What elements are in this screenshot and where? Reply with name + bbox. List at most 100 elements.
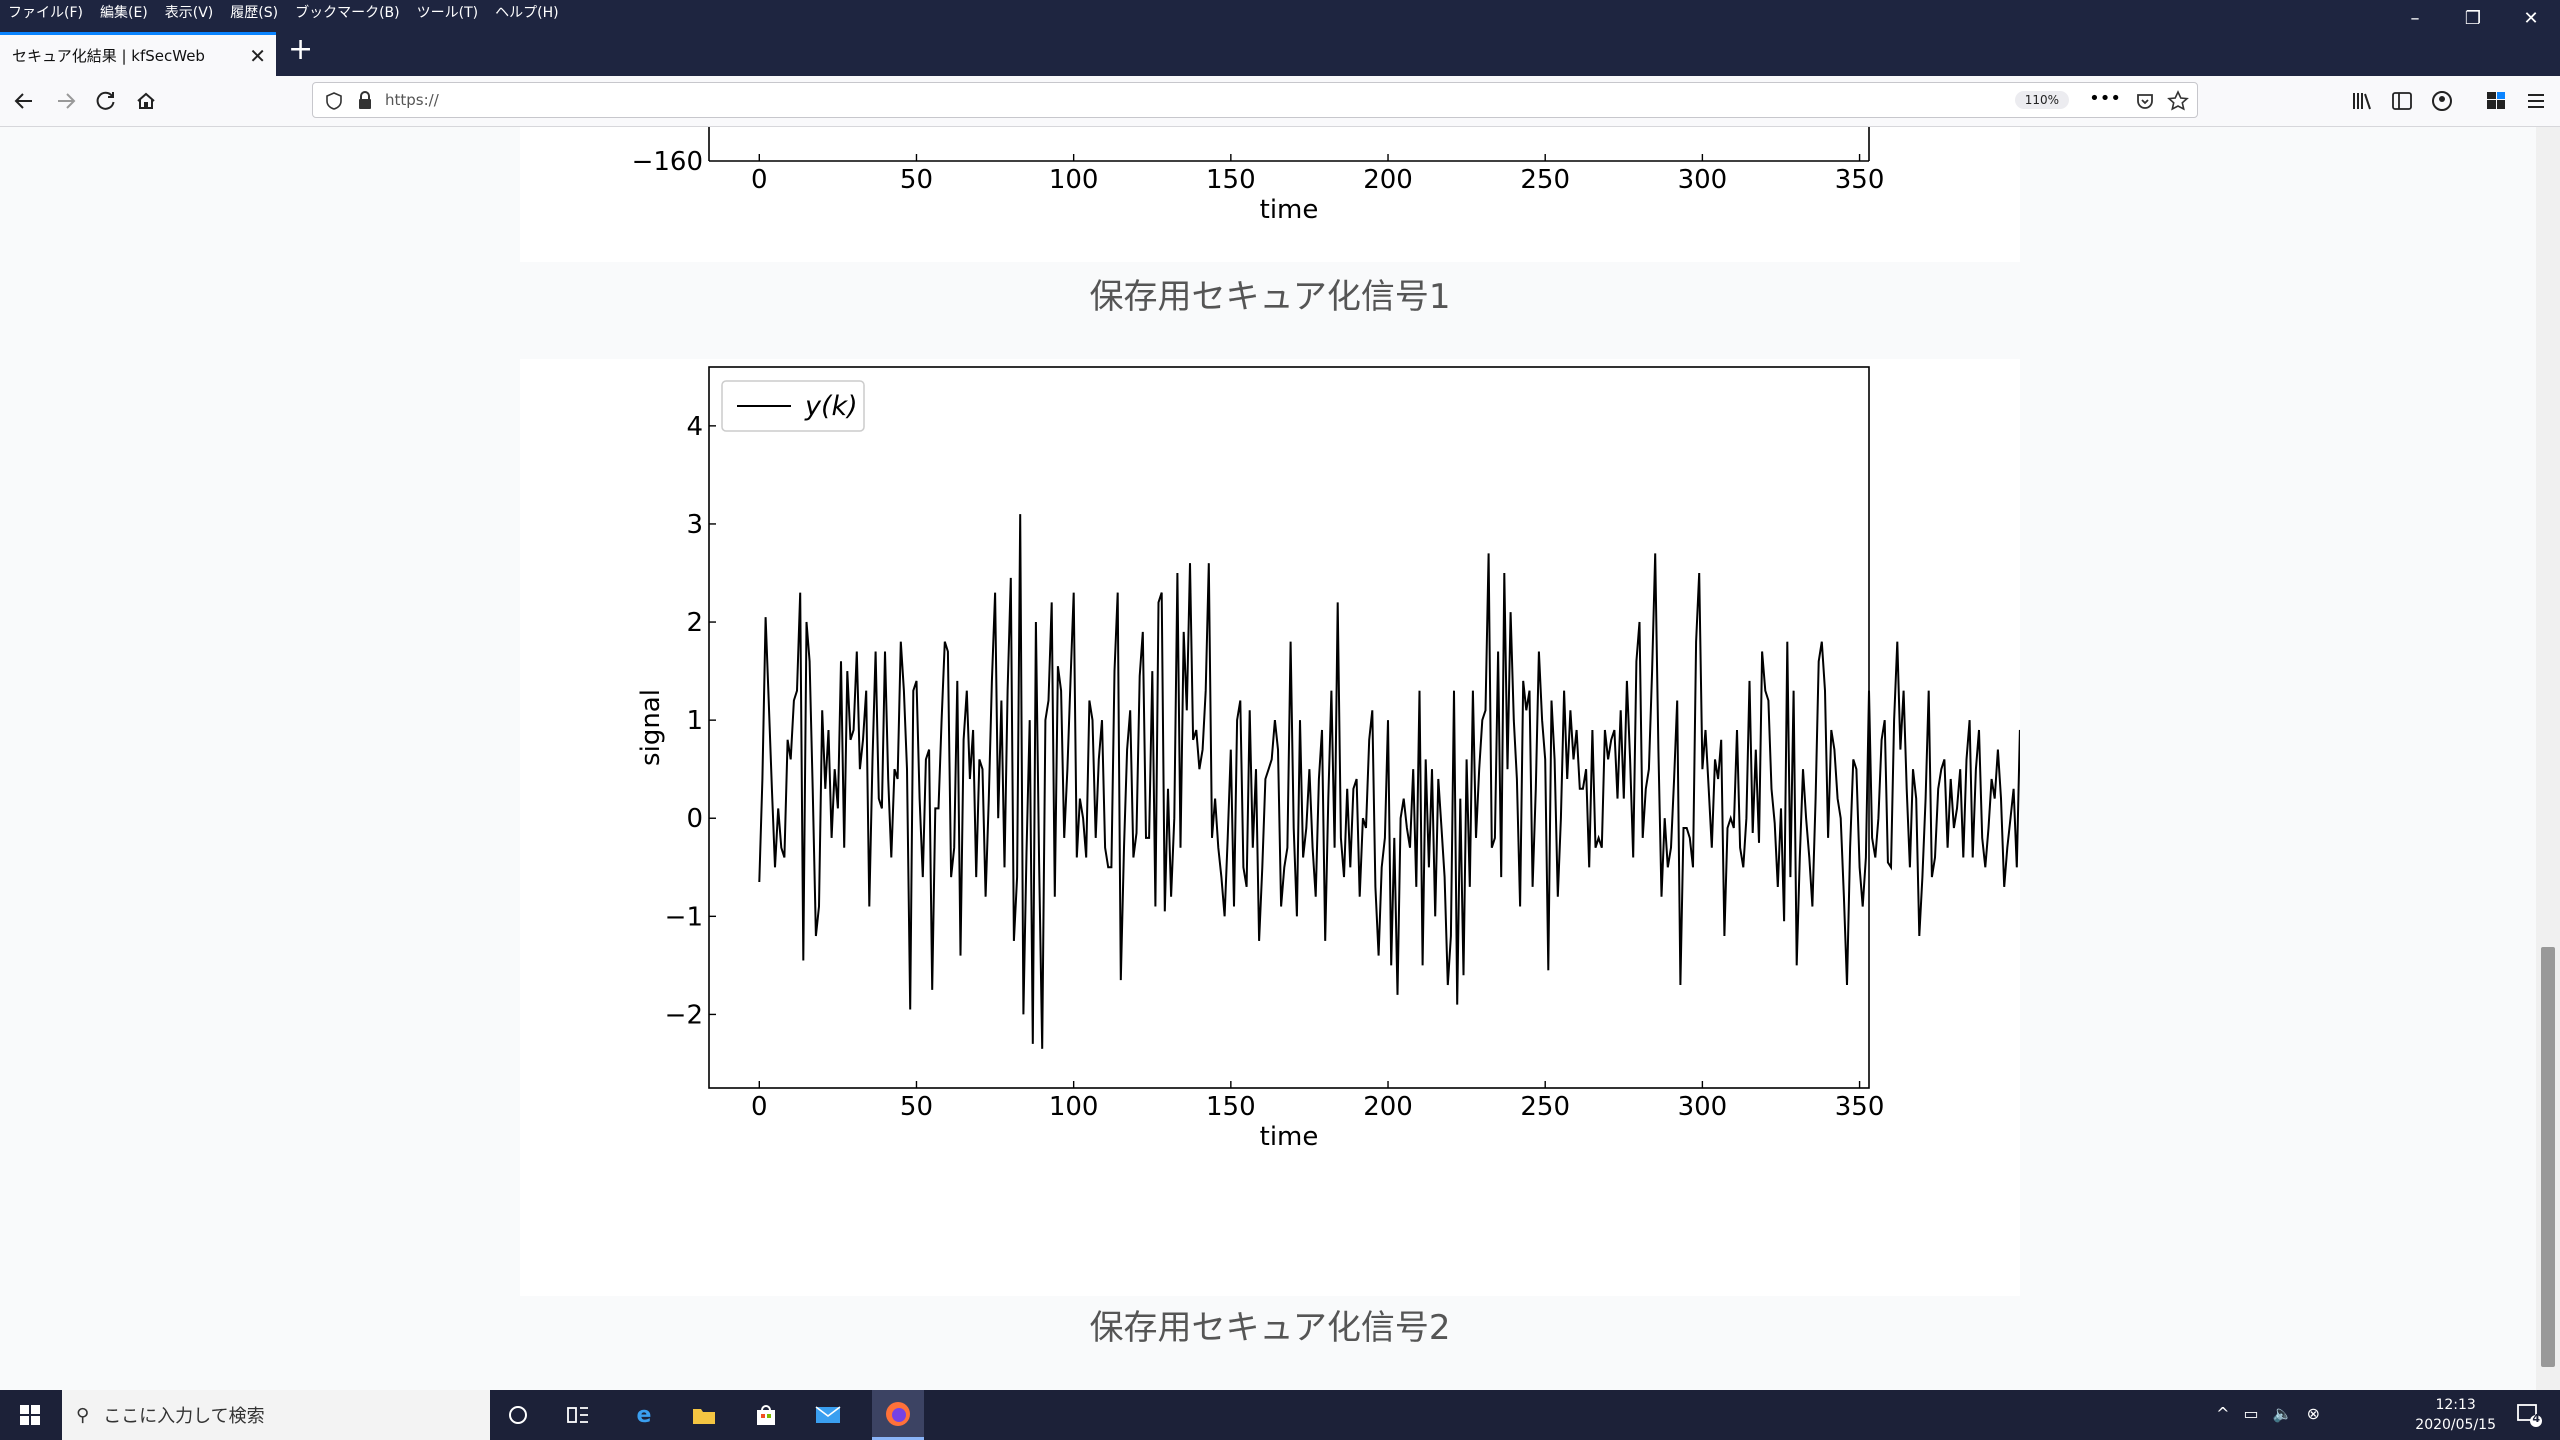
menu-item-2[interactable]: 表示(V) xyxy=(157,2,223,22)
series-line-y-k xyxy=(758,396,2358,1054)
reload-icon xyxy=(96,91,115,110)
search-icon: ⚲ xyxy=(76,1404,90,1426)
chart-card-signal2: 0 50 100 150 200 250 300 350 −2 −1 0 1 2 3 4 time signal… xyxy=(520,359,2358,1296)
taskbar: ⚲ ここに入力して検索 e ^ ▭ 🔈 ⊗ 12:13 2020/05/15 4 xyxy=(0,1390,2560,1440)
x-tick-label: 250 xyxy=(1520,1092,1570,1122)
chart-signal2: 0 50 100 150 200 250 300 350 −2 −1 0 1 2 3 4 time signal… xyxy=(636,366,2358,1152)
chart-card-signal1: 0 50 100 150 200 250 300 350 −160 time xyxy=(520,127,2020,262)
x-tick-label: 150 xyxy=(1206,1092,1256,1122)
network-icon[interactable]: ▭ xyxy=(2244,1404,2259,1423)
page-content: 0 50 100 150 200 250 300 350 −160 time 保存用セキュア化信号… xyxy=(0,127,2536,1390)
sidebar-button[interactable] xyxy=(2384,84,2420,118)
page-actions-icon[interactable]: ••• xyxy=(2089,88,2121,109)
file-explorer-icon[interactable] xyxy=(686,1398,722,1432)
y-tick-label: 0 xyxy=(686,804,703,834)
envelope-icon xyxy=(815,1406,841,1423)
scrollbar-thumb[interactable] xyxy=(2541,947,2555,1367)
extensions-button[interactable] xyxy=(2478,84,2514,118)
home-button[interactable] xyxy=(128,84,164,118)
legend: y(k) xyxy=(721,380,865,432)
x-tick-label: 200 xyxy=(1363,165,1413,195)
menu-item-0[interactable]: ファイル(F) xyxy=(0,2,92,22)
extensions-icon xyxy=(2487,92,2505,109)
store-icon[interactable] xyxy=(748,1398,784,1432)
clock[interactable]: 12:13 2020/05/15 xyxy=(2415,1395,2496,1435)
clock-date: 2020/05/15 xyxy=(2415,1417,2496,1433)
x-tick-label: 50 xyxy=(900,165,933,195)
x-tick-label: 300 xyxy=(1678,1092,1728,1122)
caption-signal1: 保存用セキュア化信号1 xyxy=(1089,277,1451,317)
firefox-icon xyxy=(886,1401,910,1426)
app-menu-button[interactable] xyxy=(2518,84,2554,118)
home-icon xyxy=(137,92,155,109)
folder-icon xyxy=(693,1409,715,1424)
task-view-icon xyxy=(567,1407,588,1423)
y-tick-label: 1 xyxy=(686,706,703,736)
bookmark-star-icon[interactable] xyxy=(2167,90,2189,112)
y-tick-label: −1 xyxy=(665,902,703,932)
chart-signal1-partial: 0 50 100 150 200 250 300 350 −160 time xyxy=(632,127,1885,225)
cortana-button[interactable] xyxy=(500,1398,536,1432)
tab-active[interactable]: セキュア化結果 | kfSecWeb ✕ xyxy=(0,32,276,76)
forward-arrow-icon xyxy=(58,93,76,109)
navigation-toolbar: https:// 110% ••• xyxy=(0,76,2560,127)
x-tick-label: 0 xyxy=(751,1092,768,1122)
y-tick-label: 2 xyxy=(686,608,703,638)
tab-title: セキュア化結果 | kfSecWeb xyxy=(12,47,205,65)
firefox-taskbar-icon[interactable] xyxy=(872,1390,924,1440)
task-view-button[interactable] xyxy=(560,1398,596,1432)
tab-strip: セキュア化結果 | kfSecWeb ✕ + xyxy=(0,24,2560,76)
y-tick-label: 3 xyxy=(686,510,703,540)
legend-label: y(k) xyxy=(804,391,858,422)
x-tick-label: 100 xyxy=(1049,1092,1099,1122)
y-tick-label: −2 xyxy=(665,1000,703,1030)
x-tick-label: 350 xyxy=(1835,165,1885,195)
x-tick-label: 150 xyxy=(1206,165,1256,195)
x-tick-label: 50 xyxy=(900,1092,933,1122)
system-tray: ^ ▭ 🔈 ⊗ xyxy=(2216,1404,2320,1423)
action-center-button[interactable]: 4 xyxy=(2516,1402,2544,1432)
x-tick-label: 100 xyxy=(1049,165,1099,195)
edge-browser-icon[interactable]: e xyxy=(626,1398,662,1432)
menu-item-4[interactable]: ブックマーク(B) xyxy=(287,2,409,22)
mail-icon[interactable] xyxy=(810,1398,846,1432)
library-icon xyxy=(2353,93,2371,110)
account-icon xyxy=(2432,91,2452,111)
account-button[interactable] xyxy=(2424,84,2460,118)
shopping-bag-icon xyxy=(757,1405,775,1425)
taskbar-search[interactable]: ⚲ ここに入力して検索 xyxy=(62,1390,490,1440)
vertical-scrollbar[interactable] xyxy=(2536,127,2560,1390)
forward-button[interactable] xyxy=(48,84,84,118)
start-button[interactable] xyxy=(12,1398,48,1432)
back-arrow-icon xyxy=(14,93,32,109)
windows-logo-icon xyxy=(20,1405,40,1425)
lock-icon[interactable] xyxy=(357,91,373,111)
y-tick-label: −160 xyxy=(632,147,703,177)
url-text[interactable]: https:// xyxy=(385,91,439,109)
ime-icon[interactable]: ⊗ xyxy=(2307,1404,2320,1423)
x-axis-label: time xyxy=(1260,1122,1319,1152)
clock-time: 12:13 xyxy=(2435,1397,2476,1413)
menu-item-5[interactable]: ツール(T) xyxy=(409,2,487,22)
menu-item-6[interactable]: ヘルプ(H) xyxy=(487,2,567,22)
address-bar[interactable]: https:// 110% ••• xyxy=(312,82,2198,118)
zoom-indicator[interactable]: 110% xyxy=(2014,91,2069,109)
new-tab-button[interactable]: + xyxy=(288,35,313,65)
tab-close-icon[interactable]: ✕ xyxy=(249,44,266,68)
x-tick-label: 200 xyxy=(1363,1092,1413,1122)
library-button[interactable] xyxy=(2344,84,2380,118)
cortana-circle-icon xyxy=(509,1406,527,1424)
x-axis-label: time xyxy=(1260,195,1319,225)
y-axis-label: signal xyxy=(636,689,666,766)
search-placeholder: ここに入力して検索 xyxy=(103,1406,265,1427)
back-button[interactable] xyxy=(6,84,42,118)
menu-item-3[interactable]: 履歴(S) xyxy=(222,2,287,22)
shield-icon[interactable] xyxy=(325,91,343,111)
reload-button[interactable] xyxy=(88,84,124,118)
menu-item-1[interactable]: 編集(E) xyxy=(92,2,157,22)
menu-bar: ファイル(F) 編集(E) 表示(V) 履歴(S) ブックマーク(B) ツール(T) ヘルプ… xyxy=(0,0,2560,24)
volume-icon[interactable]: 🔈 xyxy=(2273,1404,2293,1423)
chevron-up-icon[interactable]: ^ xyxy=(2216,1404,2229,1423)
pocket-icon[interactable] xyxy=(2135,91,2155,111)
x-tick-label: 0 xyxy=(751,165,768,195)
